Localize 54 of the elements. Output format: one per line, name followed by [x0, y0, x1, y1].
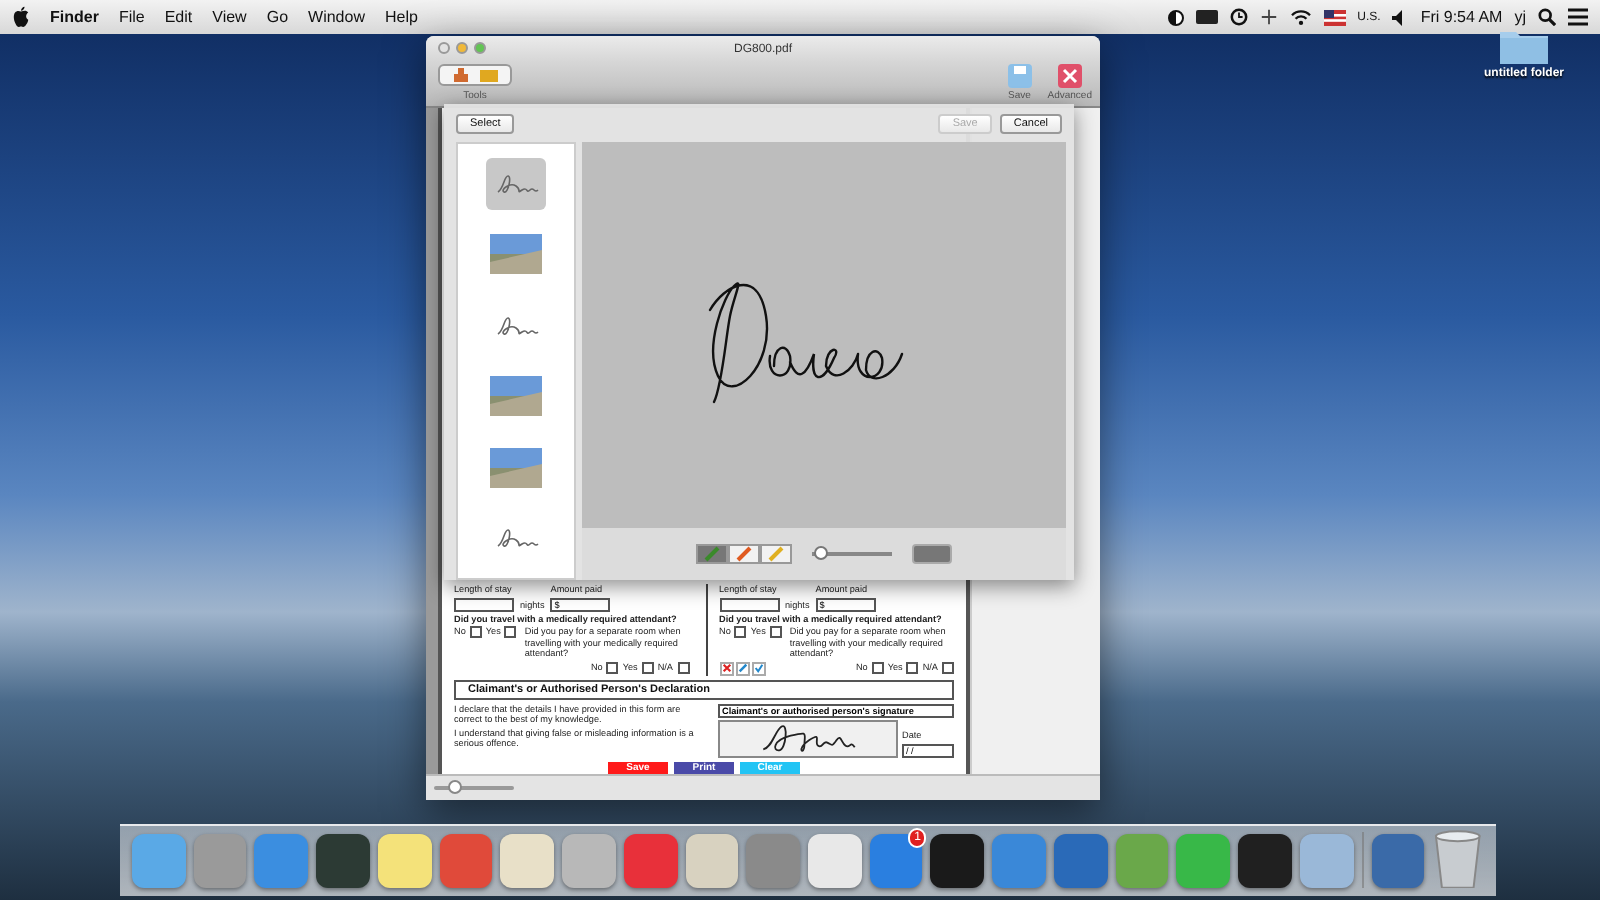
minimize-button[interactable] — [456, 42, 468, 54]
input-field[interactable] — [454, 597, 514, 611]
tools-segmented-control[interactable] — [438, 64, 512, 86]
color-swatch[interactable] — [912, 544, 952, 564]
menu-item[interactable]: Go — [266, 8, 289, 26]
checkbox[interactable] — [942, 662, 954, 674]
pen-icon[interactable] — [735, 661, 749, 675]
battery-icon[interactable] — [1195, 10, 1218, 24]
signature-thumbnail-icon — [492, 171, 540, 196]
signature-field[interactable] — [718, 719, 898, 757]
checkbox[interactable] — [906, 662, 919, 674]
folder-icon[interactable] — [1500, 28, 1548, 64]
slider-thumb[interactable] — [448, 780, 462, 794]
list-icon[interactable] — [1568, 8, 1588, 26]
checkbox[interactable] — [769, 626, 782, 638]
menu-app-name[interactable]: Finder — [50, 8, 99, 26]
menu-item[interactable]: File — [118, 8, 145, 26]
trash-icon[interactable] — [1432, 828, 1485, 888]
landscape-photo-icon — [490, 376, 542, 417]
stamp-icon[interactable] — [452, 68, 470, 82]
menu-item[interactable]: Window — [308, 8, 365, 26]
checkbox[interactable] — [871, 662, 884, 674]
thumbnail-item[interactable] — [486, 157, 546, 210]
landscape-photo-icon — [490, 447, 542, 488]
half-circle-icon[interactable] — [1167, 9, 1184, 25]
case-icon[interactable] — [480, 68, 498, 82]
menu-clock[interactable]: Fri 9:54 AM — [1420, 8, 1503, 26]
cross-badge-icon — [1057, 64, 1082, 88]
signature-thumbnail-icon — [492, 526, 540, 551]
apple-icon[interactable] — [12, 6, 30, 28]
checkbox[interactable] — [469, 626, 482, 638]
search-icon[interactable] — [1538, 8, 1556, 26]
pen-tool-button[interactable] — [760, 544, 792, 564]
slider-thumb[interactable] — [814, 546, 828, 560]
checkbox[interactable] — [734, 626, 747, 638]
checkbox[interactable] — [504, 626, 517, 638]
user-name[interactable]: yj — [1514, 8, 1526, 26]
pen-tool-button[interactable] — [728, 544, 760, 564]
delete-icon[interactable] — [719, 661, 733, 675]
menu-item[interactable]: View — [212, 8, 247, 26]
zoom-button[interactable] — [474, 42, 486, 54]
input-field[interactable] — [719, 597, 779, 611]
menu-item[interactable]: Edit — [164, 8, 193, 26]
close-button[interactable] — [438, 42, 450, 54]
menu-item[interactable]: Help — [384, 8, 418, 26]
wifi-icon[interactable] — [1289, 8, 1312, 26]
checkbox[interactable] — [677, 661, 689, 673]
check-icon[interactable] — [751, 661, 765, 675]
signature-thumbnail-icon — [492, 313, 540, 338]
checkbox[interactable] — [606, 661, 619, 673]
landscape-photo-icon — [490, 234, 542, 275]
checkbox[interactable] — [641, 661, 654, 673]
stroke-width-slider[interactable] — [812, 552, 892, 556]
flag-icon[interactable] — [1323, 9, 1346, 25]
